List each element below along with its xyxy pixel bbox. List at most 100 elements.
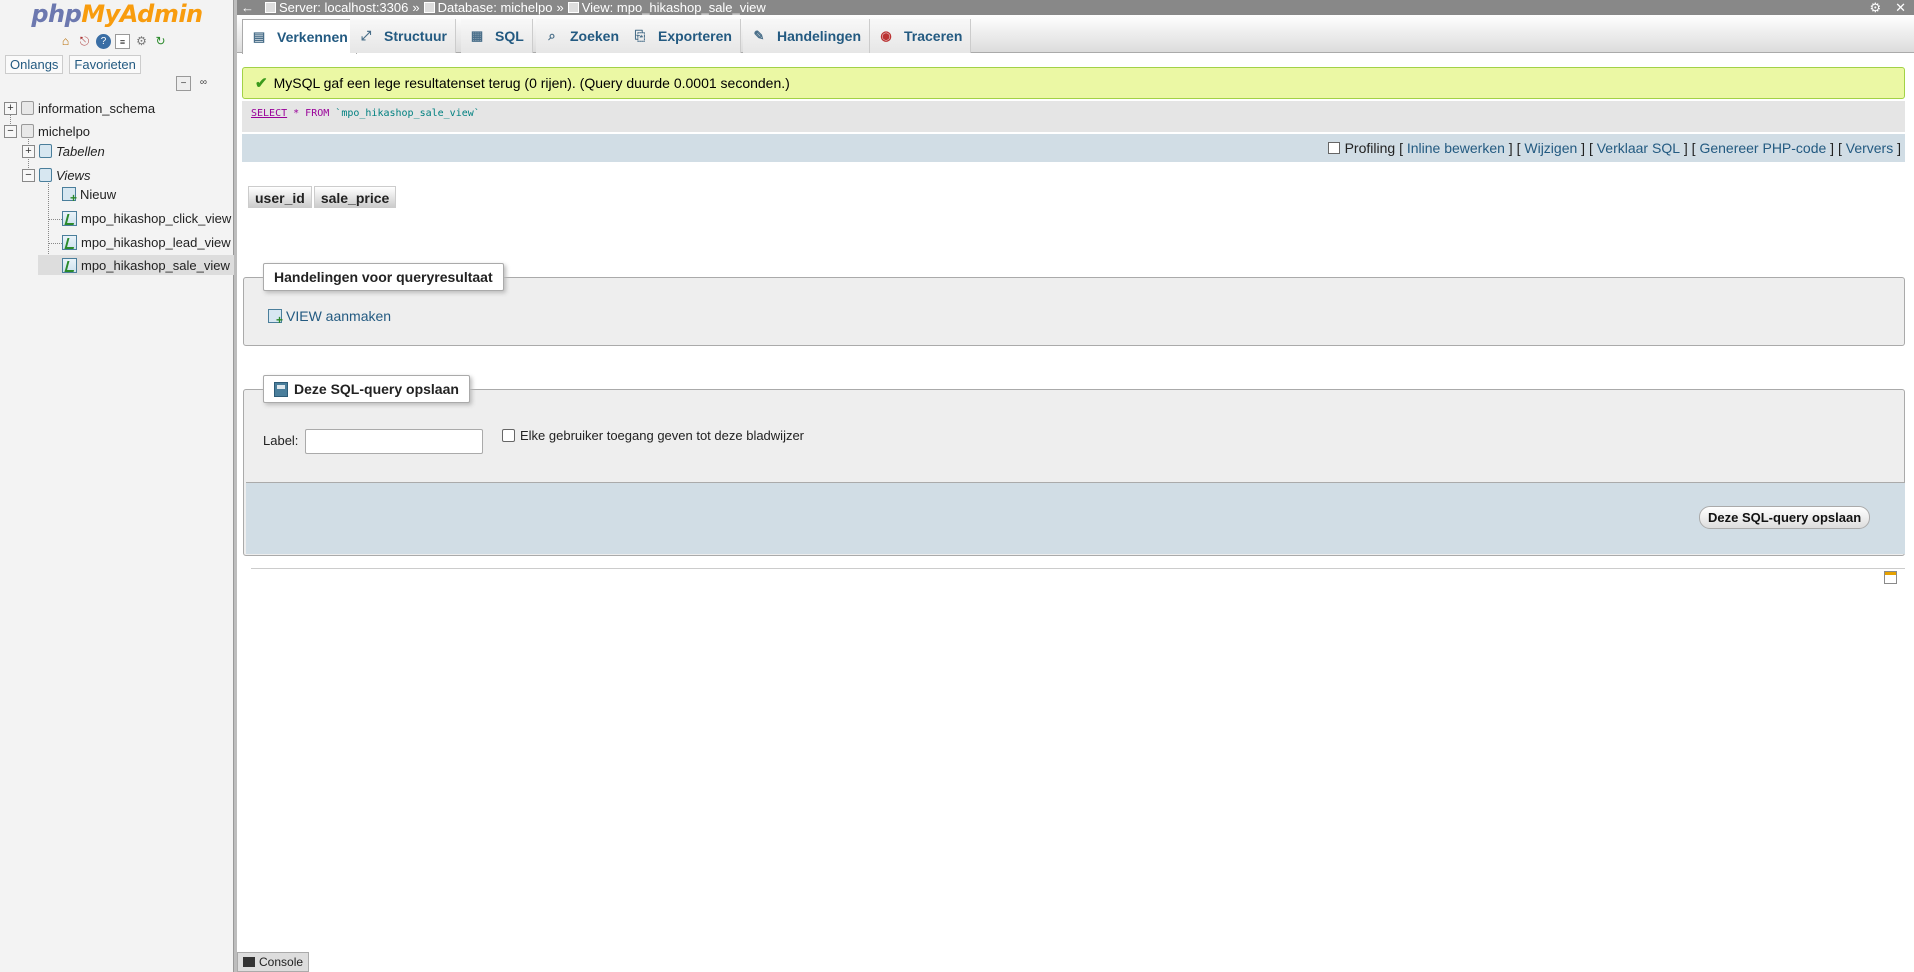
breadcrumb-server-label[interactable]: Server: localhost:3306 — [279, 0, 408, 15]
link-with-main-icon[interactable]: ∞ — [196, 76, 211, 91]
profiling-checkbox[interactable] — [1327, 142, 1340, 154]
reload-icon[interactable]: ↻ — [153, 34, 168, 49]
tab-label[interactable]: Structuur — [384, 28, 447, 44]
tab-label[interactable]: Handelingen — [777, 28, 861, 44]
success-message-text: MySQL gaf een lege resultatenset terug (… — [273, 75, 790, 91]
back-arrow-icon[interactable]: ← — [241, 0, 254, 15]
explain-sql-link[interactable]: Verklaar SQL — [1597, 140, 1680, 156]
breadcrumb: Server: localhost:3306 » Database: miche… — [265, 0, 766, 15]
settings-gear-icon[interactable]: ⚙ — [1869, 0, 1881, 15]
tab-favorites[interactable]: Favorieten — [69, 55, 141, 74]
recent-favorites-tabs: Onlangs Favorieten — [5, 55, 141, 74]
sql-icon: ▦ — [470, 28, 484, 43]
tab-structure[interactable]: ⤢ Structuur — [350, 19, 456, 53]
create-php-code-link[interactable]: Genereer PHP-code — [1699, 140, 1826, 156]
tree-item-label[interactable]: mpo_hikashop_click_view — [81, 211, 231, 226]
bookmark-legend: Deze SQL-query opslaan — [263, 375, 470, 403]
docs-icon[interactable]: ≡ — [115, 34, 130, 49]
home-icon[interactable]: ⌂ — [58, 34, 73, 49]
logo-php-text: php — [31, 0, 82, 28]
page-settings-icon[interactable] — [1884, 571, 1897, 584]
tree-item-tables[interactable]: + Tabellen — [22, 141, 105, 161]
expand-icon[interactable]: + — [4, 101, 17, 115]
settings-icon[interactable]: ⚙ — [134, 34, 149, 49]
breadcrumb-separator: » — [412, 0, 420, 15]
tree-item-label[interactable]: Views — [56, 168, 90, 183]
profiling-label[interactable]: Profiling — [1345, 140, 1396, 156]
tree-line — [48, 243, 62, 244]
tree-controls: − ∞ — [176, 76, 211, 91]
share-bookmark-label[interactable]: Elke gebruiker toegang geven tot deze bl… — [520, 428, 804, 443]
save-query-button[interactable]: Deze SQL-query opslaan — [1699, 506, 1871, 529]
bookmark-label-input[interactable] — [305, 429, 483, 454]
share-bookmark-checkbox[interactable] — [502, 429, 515, 442]
expand-icon[interactable]: + — [22, 144, 35, 158]
wrench-icon: ✎ — [753, 28, 765, 43]
create-view-link[interactable]: VIEW aanmaken — [268, 308, 391, 327]
collapse-icon[interactable]: − — [22, 168, 35, 182]
tab-tracking[interactable]: ◉ Traceren — [870, 19, 972, 53]
tab-search[interactable]: ⌕ Zoeken — [536, 19, 629, 53]
inline-edit-link[interactable]: Inline bewerken — [1407, 140, 1505, 156]
console-label[interactable]: Console — [259, 955, 303, 969]
tab-operations[interactable]: ✎ Handelingen — [743, 19, 871, 53]
tab-label[interactable]: Exporteren — [658, 28, 732, 44]
tree-item-new-view[interactable]: Nieuw — [62, 184, 116, 205]
column-header-sale-price[interactable]: sale_price — [313, 186, 397, 208]
tree-item-label[interactable]: michelpo — [38, 124, 90, 139]
tree-item-label[interactable]: Tabellen — [56, 144, 105, 159]
phpmyadmin-logo[interactable]: phpMyAdmin — [0, 0, 234, 28]
breadcrumb-server[interactable]: Server: localhost:3306 — [265, 0, 408, 15]
collapse-icon[interactable]: − — [4, 124, 17, 138]
help-icon[interactable]: ? — [96, 34, 111, 49]
tree-item-label[interactable]: mpo_hikashop_lead_view — [81, 235, 231, 250]
sidebar-resizer[interactable] — [234, 0, 237, 972]
tree-item-label[interactable]: mpo_hikashop_sale_view — [81, 258, 230, 273]
edit-link[interactable]: Wijzigen — [1524, 140, 1577, 156]
bookmark-save-icon — [274, 381, 288, 397]
tree-item-information-schema[interactable]: + information_schema — [4, 98, 155, 118]
logout-icon[interactable]: ⎋ — [77, 34, 92, 49]
create-view-label[interactable]: VIEW aanmaken — [286, 308, 391, 324]
breadcrumb-database[interactable]: Database: michelpo — [423, 0, 553, 15]
server-icon — [265, 2, 276, 13]
collapse-all-icon[interactable]: − — [176, 76, 191, 91]
tree-line — [48, 219, 62, 220]
tree-item-lead-view[interactable]: mpo_hikashop_lead_view — [62, 232, 231, 252]
tab-browse[interactable]: ▤ Verkennen — [242, 19, 357, 54]
view-icon — [62, 234, 77, 250]
tab-label[interactable]: Verkennen — [277, 29, 348, 45]
sql-keyword-select[interactable]: SELECT — [251, 108, 287, 119]
console-toggle[interactable]: Console — [237, 952, 310, 972]
sql-keyword-from: * FROM — [287, 108, 336, 119]
breadcrumb-view[interactable]: View: mpo_hikashop_sale_view — [567, 0, 766, 15]
tab-label[interactable]: SQL — [495, 28, 524, 44]
breadcrumb-view-label[interactable]: View: mpo_hikashop_sale_view — [582, 0, 766, 15]
tree-item-sale-view[interactable]: mpo_hikashop_sale_view — [38, 255, 234, 275]
tab-label[interactable]: Traceren — [904, 28, 962, 44]
navigation-panel: phpMyAdmin ⌂ ⎋ ? ≡ ⚙ ↻ Onlangs Favoriete… — [0, 0, 234, 972]
tab-export[interactable]: ⎘ Exporteren — [624, 19, 741, 53]
topbar-tools: ⚙ ✕ — [1869, 0, 1906, 15]
structure-icon: ⤢ — [360, 28, 372, 43]
tables-icon — [39, 144, 52, 158]
tree-item-michelpo[interactable]: − michelpo — [4, 121, 90, 141]
tree-item-label[interactable]: information_schema — [38, 101, 155, 116]
views-folder-icon — [39, 168, 52, 182]
tab-recent[interactable]: Onlangs — [5, 55, 64, 74]
bookmark-share-option[interactable]: Elke gebruiker toegang geven tot deze bl… — [502, 428, 804, 443]
create-view-icon — [268, 309, 283, 327]
refresh-link[interactable]: Ververs — [1846, 140, 1893, 156]
tab-label[interactable]: Zoeken — [570, 28, 619, 44]
sql-query-display[interactable]: SELECT * FROM `mpo_hikashop_sale_view` — [242, 101, 1905, 132]
divider — [251, 568, 1905, 569]
query-operations-title: Handelingen voor queryresultaat — [274, 269, 493, 285]
tab-sql[interactable]: ▦ SQL — [461, 19, 533, 53]
breadcrumb-database-label[interactable]: Database: michelpo — [438, 0, 553, 15]
column-header-user-id[interactable]: user_id — [248, 186, 312, 208]
tree-item-views[interactable]: − Views — [22, 165, 90, 185]
close-icon[interactable]: ✕ — [1895, 0, 1906, 15]
bookmark-footer — [246, 482, 1905, 554]
tree-item-label[interactable]: Nieuw — [80, 187, 116, 202]
tree-item-click-view[interactable]: mpo_hikashop_click_view — [62, 208, 231, 228]
